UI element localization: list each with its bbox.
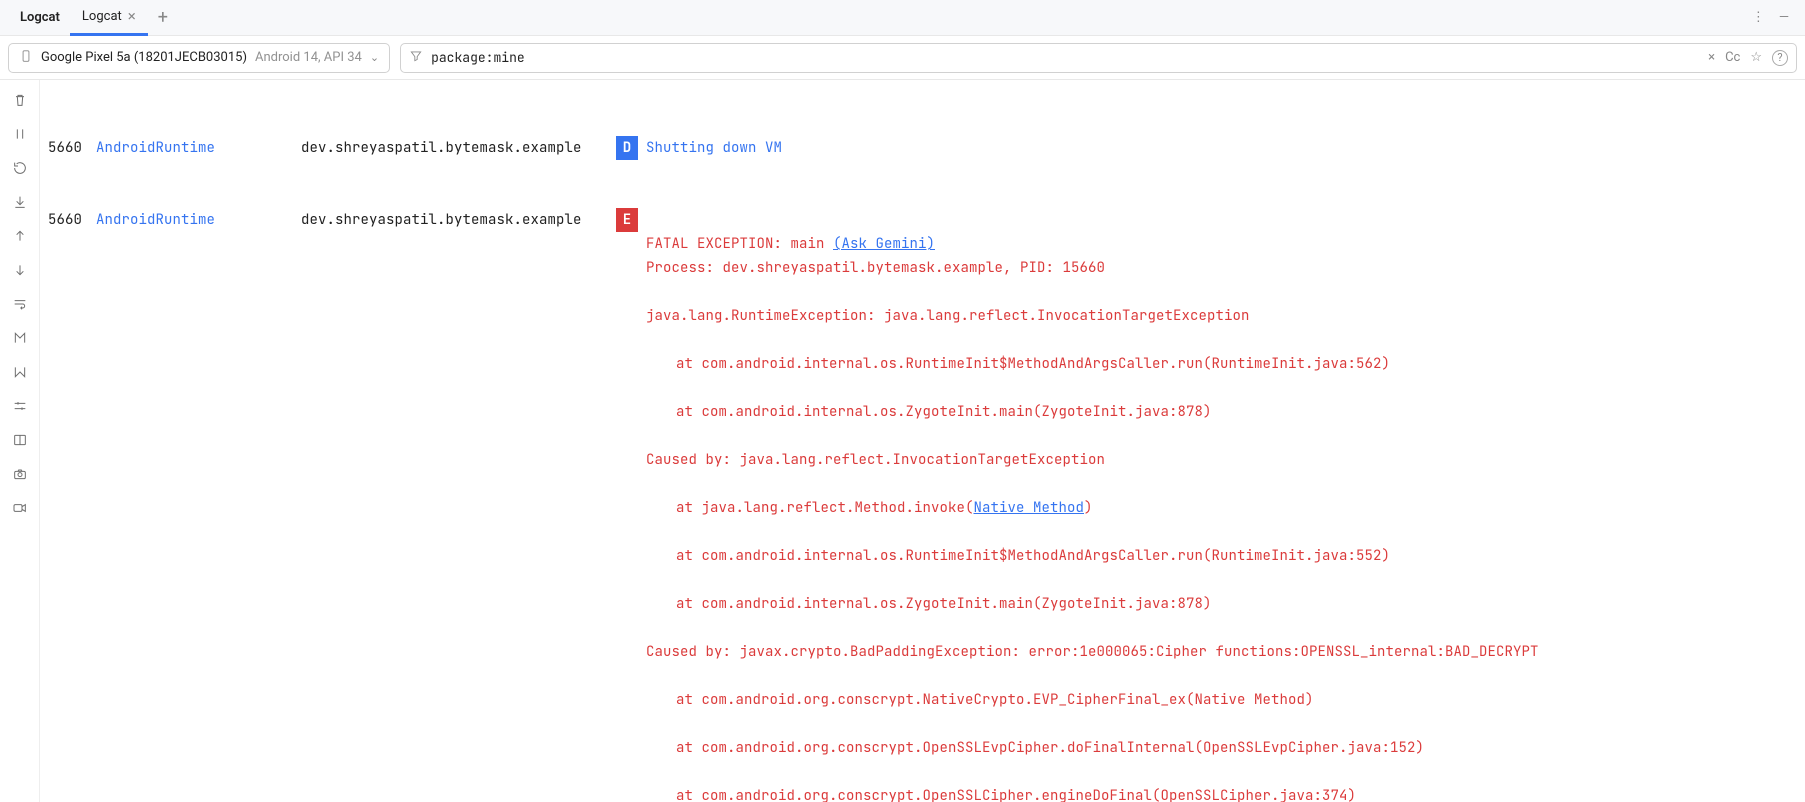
settings-icon[interactable] [12, 398, 28, 418]
log-line: at com.android.org.conscrypt.NativeCrypt… [646, 688, 1539, 712]
log-pid: 5660 [48, 208, 96, 802]
top-bar: Logcat Logcat × + ⋮ — [0, 0, 1805, 36]
soft-wrap-icon[interactable] [12, 296, 28, 316]
panel-title: Logcat [10, 10, 70, 25]
log-level-badge: E [616, 208, 638, 232]
export-icon[interactable] [12, 364, 28, 384]
chevron-down-icon: ⌄ [370, 51, 379, 64]
tab-label: Logcat [82, 9, 122, 24]
filter-input-wrapper: × Cc ☆ ? [400, 43, 1797, 73]
match-case-icon[interactable]: Cc [1725, 50, 1740, 65]
log-error-block: FATAL EXCEPTION: main (Ask Gemini) Proce… [646, 208, 1539, 802]
log-level-badge: D [616, 136, 638, 160]
device-meta: Android 14, API 34 [255, 50, 362, 65]
toolbar-row: Google Pixel 5a (18201JECB03015) Android… [0, 36, 1805, 80]
body-area: 5660 AndroidRuntime dev.shreyaspatil.byt… [0, 80, 1805, 802]
clear-filter-icon[interactable]: × [1708, 50, 1715, 65]
restart-icon[interactable] [12, 160, 28, 180]
log-line: Caused by: javax.crypto.BadPaddingExcept… [646, 640, 1539, 664]
pause-icon[interactable] [12, 126, 28, 146]
log-line: java.lang.RuntimeException: java.lang.re… [646, 304, 1539, 328]
previous-icon[interactable] [12, 228, 28, 248]
log-line: at com.android.internal.os.RuntimeInit$M… [646, 544, 1539, 568]
side-toolbar [0, 80, 40, 802]
help-icon[interactable]: ? [1772, 50, 1788, 66]
delete-icon[interactable] [12, 92, 28, 112]
minimize-icon[interactable]: — [1779, 10, 1789, 25]
log-line: at com.android.org.conscrypt.OpenSSLCiph… [646, 784, 1539, 802]
import-icon[interactable] [12, 330, 28, 350]
ask-gemini-link[interactable]: (Ask Gemini) [833, 235, 935, 253]
next-icon[interactable] [12, 262, 28, 282]
log-tag: AndroidRuntime [96, 208, 301, 802]
log-row: 5660 AndroidRuntime dev.shreyaspatil.byt… [48, 136, 1805, 160]
close-icon[interactable]: × [128, 7, 136, 25]
screenshot-icon[interactable] [12, 466, 28, 486]
source-link[interactable]: Native Method [974, 499, 1085, 517]
log-line: Process: dev.shreyaspatil.bytemask.examp… [646, 256, 1539, 280]
log-line: at java.lang.reflect.Method.invoke(Nativ… [646, 496, 1539, 520]
log-line: at com.android.internal.os.ZygoteInit.ma… [646, 400, 1539, 424]
log-row: 5660 AndroidRuntime dev.shreyaspatil.byt… [48, 208, 1805, 802]
log-line: Caused by: java.lang.reflect.InvocationT… [646, 448, 1539, 472]
log-line: at com.android.internal.os.ZygoteInit.ma… [646, 592, 1539, 616]
filter-input[interactable] [431, 49, 1700, 66]
log-tag: AndroidRuntime [96, 136, 301, 160]
log-pid: 5660 [48, 136, 96, 160]
log-message: Shutting down VM [646, 136, 782, 160]
device-name: Google Pixel 5a (18201JECB03015) [41, 50, 247, 65]
log-line: FATAL EXCEPTION: main [646, 235, 833, 253]
filter-icon [409, 49, 423, 67]
more-icon[interactable]: ⋮ [1752, 10, 1765, 25]
tab-logcat[interactable]: Logcat × [70, 0, 148, 36]
split-icon[interactable] [12, 432, 28, 452]
log-package: dev.shreyaspatil.bytemask.example [301, 208, 616, 802]
log-package: dev.shreyaspatil.bytemask.example [301, 136, 616, 160]
record-icon[interactable] [12, 500, 28, 520]
device-selector[interactable]: Google Pixel 5a (18201JECB03015) Android… [8, 43, 390, 73]
log-line: at com.android.org.conscrypt.OpenSSLEvpC… [646, 736, 1539, 760]
log-line: at com.android.internal.os.RuntimeInit$M… [646, 352, 1539, 376]
add-tab-icon[interactable]: + [148, 7, 178, 28]
scroll-to-end-icon[interactable] [12, 194, 28, 214]
favorite-icon[interactable]: ☆ [1750, 50, 1762, 65]
log-area[interactable]: 5660 AndroidRuntime dev.shreyaspatil.byt… [40, 80, 1805, 802]
device-icon [19, 49, 33, 67]
